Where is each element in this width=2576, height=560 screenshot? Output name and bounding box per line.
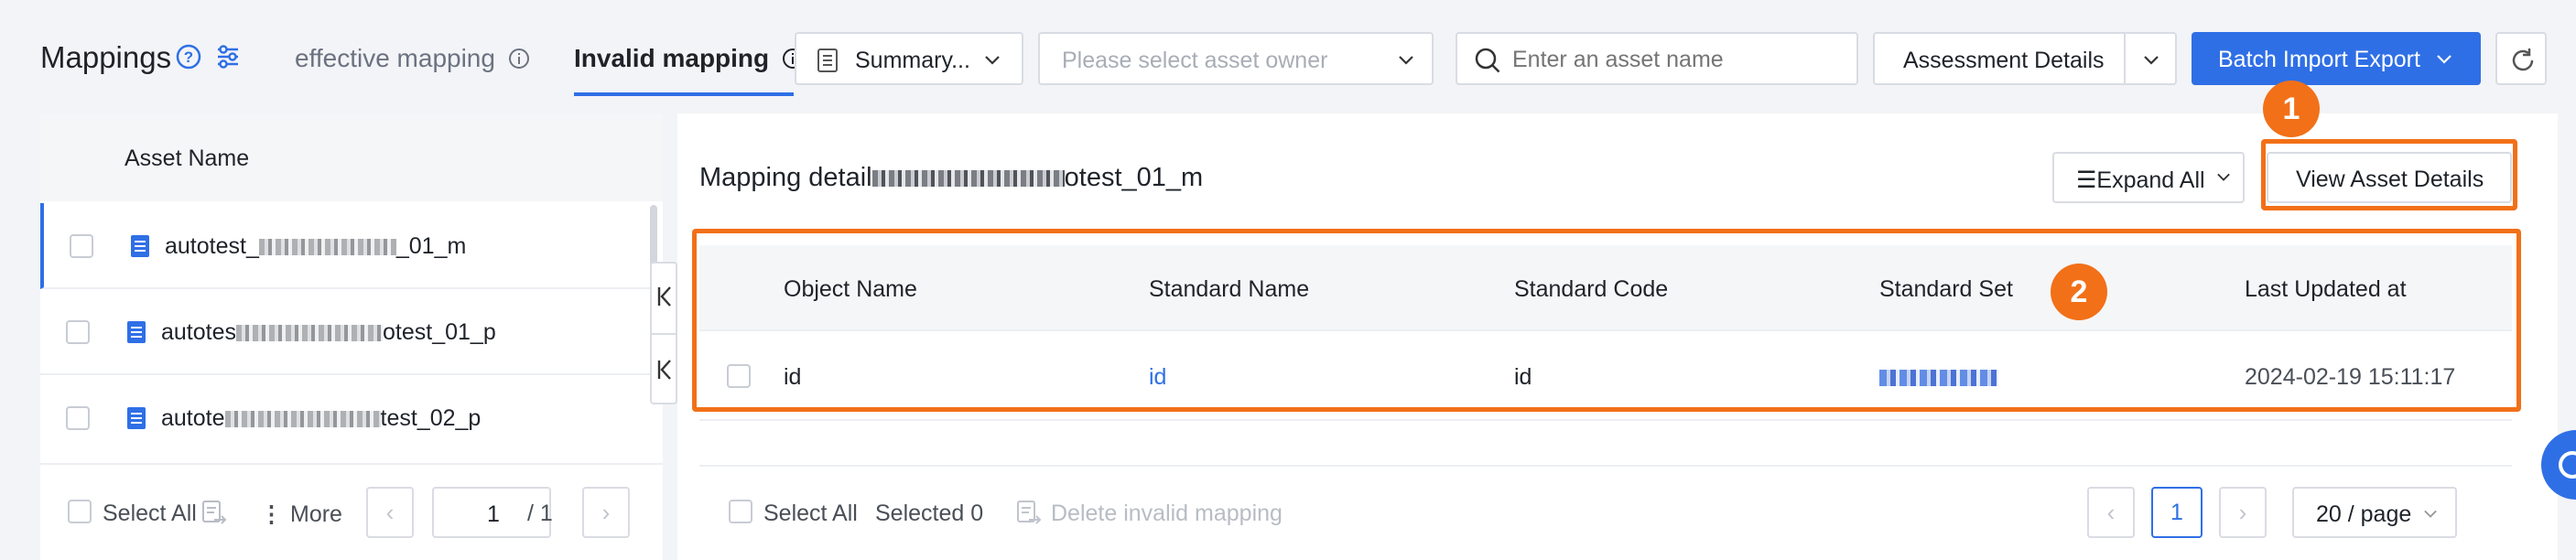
- asset-name: autote test_02_p: [161, 405, 481, 432]
- expand-all-button[interactable]: ☰Expand All: [2052, 152, 2245, 203]
- chevron-down-icon: [2217, 173, 2230, 181]
- more-dots-icon: ⋮: [260, 501, 283, 527]
- chevron-down-icon: [2437, 55, 2452, 64]
- asset-search-input[interactable]: [1512, 43, 1842, 76]
- document-icon: [817, 48, 838, 72]
- table-asset-icon: [131, 235, 149, 257]
- page-number-value: 1: [487, 501, 500, 527]
- page-title: Mappings: [40, 40, 172, 74]
- table-asset-icon: [127, 407, 146, 429]
- page-size-value: 20 / page: [2316, 501, 2412, 527]
- chevron-down-icon: [2424, 510, 2437, 518]
- delete-invalid-mapping-button[interactable]: Delete invalid mapping: [1051, 501, 1283, 527]
- annotation-badge-2: 2: [2051, 264, 2107, 320]
- svg-text:?: ?: [184, 48, 193, 66]
- refresh-button[interactable]: [2495, 32, 2547, 85]
- asset-name-prefix: autotes: [161, 319, 237, 345]
- collapse-left-icon[interactable]: [656, 285, 673, 307]
- annotation-box-view-asset-details: [2261, 139, 2517, 210]
- page-total: / 1: [527, 501, 553, 526]
- annotation-box-mapping-table: [692, 229, 2521, 412]
- select-all-checkbox[interactable]: [68, 500, 92, 523]
- select-all-label: Select All: [103, 501, 197, 526]
- summary-select-value: Summary...: [855, 48, 970, 73]
- next-page-button[interactable]: ›: [2219, 487, 2267, 538]
- tab-label: effective mapping: [295, 44, 495, 72]
- mapping-detail-title: Mapping detail otest_01_m: [699, 163, 1203, 193]
- redacted-text: [871, 170, 1065, 188]
- asset-checkbox[interactable]: [66, 320, 90, 344]
- select-all-checkbox[interactable]: [729, 500, 752, 523]
- prev-page-button[interactable]: ‹: [366, 487, 414, 538]
- tab-label: Invalid mapping: [574, 44, 770, 72]
- asset-checkbox[interactable]: [70, 234, 93, 258]
- annotation-badge-1: 1: [2263, 81, 2320, 137]
- asset-list-item[interactable]: autotest_ _01_m: [40, 203, 650, 289]
- left-footer-divider: [40, 463, 663, 465]
- asset-owner-placeholder: Please select asset owner: [1062, 48, 1328, 73]
- asset-name-suffix: otest_01_p: [383, 319, 496, 345]
- prev-page-button[interactable]: ‹: [2087, 487, 2135, 538]
- tab-invalid-mapping[interactable]: Invalid mapping: [574, 44, 804, 73]
- asset-name-suffix: _01_m: [395, 233, 467, 259]
- asset-owner-select[interactable]: Please select asset owner: [1038, 32, 1434, 85]
- redacted-text: [224, 411, 381, 428]
- collapse-divider: [652, 333, 676, 335]
- tab-effective-mapping[interactable]: effective mapping: [295, 44, 530, 73]
- more-button[interactable]: ⋮ More: [260, 501, 342, 528]
- batch-import-export-button[interactable]: Batch Import Export: [2192, 32, 2481, 85]
- asset-name: autotes otest_01_p: [161, 319, 496, 346]
- asset-checkbox[interactable]: [66, 406, 90, 430]
- expand-all-content: ☰Expand All: [2076, 167, 2205, 194]
- batch-import-export-label: Batch Import Export: [2218, 47, 2420, 72]
- current-page-button[interactable]: 1: [2151, 487, 2203, 538]
- assessment-details-label: Assessment Details: [1903, 48, 2105, 73]
- assistant-icon: [2559, 451, 2576, 479]
- mapping-detail-suffix: otest_01_m: [1064, 163, 1204, 192]
- panel-collapse-controls: [650, 262, 677, 404]
- chevron-down-icon: [2144, 56, 2159, 65]
- list-icon: ☰: [2076, 167, 2097, 193]
- mapping-detail-prefix: Mapping detail: [699, 163, 872, 192]
- export-icon[interactable]: [200, 498, 229, 527]
- info-icon: [508, 48, 529, 69]
- active-tab-underline: [574, 92, 794, 96]
- page-size-select[interactable]: 20 / page: [2292, 487, 2457, 538]
- chevron-down-icon: [1399, 56, 1413, 65]
- chevron-down-icon: [985, 56, 1000, 65]
- settings-sliders-icon[interactable]: [214, 42, 242, 76]
- search-icon: [1475, 48, 1500, 73]
- asset-name-suffix: test_02_p: [380, 405, 482, 431]
- asset-search-box[interactable]: [1456, 32, 1858, 85]
- assessment-details-button[interactable]: Assessment Details: [1873, 32, 2126, 85]
- expand-all-label: Expand All: [2096, 167, 2205, 193]
- assessment-dropdown-button[interactable]: [2124, 32, 2177, 85]
- next-page-button[interactable]: ›: [582, 487, 630, 538]
- asset-name-column-header: Asset Name: [124, 145, 250, 171]
- current-page-number: 1: [2170, 499, 2183, 525]
- asset-list-panel: Asset Name autotest_ _01_m autotes otest_0…: [40, 113, 663, 560]
- redacted-text: [236, 325, 384, 342]
- expand-right-icon[interactable]: [656, 359, 673, 381]
- summary-select[interactable]: Summary...: [795, 32, 1023, 85]
- redacted-text: [258, 239, 396, 256]
- asset-name-prefix: autote: [161, 405, 225, 431]
- selected-count: Selected 0: [875, 501, 984, 526]
- asset-list-item[interactable]: autote test_02_p: [40, 375, 650, 461]
- asset-name: autotest_ _01_m: [165, 233, 466, 260]
- right-footer-divider: [699, 465, 2512, 467]
- delete-mapping-icon: [1017, 501, 1042, 524]
- asset-list-item[interactable]: autotes otest_01_p: [40, 289, 650, 375]
- table-asset-icon: [127, 321, 146, 343]
- refresh-icon: [2512, 48, 2534, 71]
- asset-name-prefix: autotest_: [165, 233, 259, 259]
- more-label: More: [290, 501, 342, 527]
- help-icon[interactable]: ?: [176, 44, 201, 74]
- select-all-label: Select All: [763, 501, 858, 526]
